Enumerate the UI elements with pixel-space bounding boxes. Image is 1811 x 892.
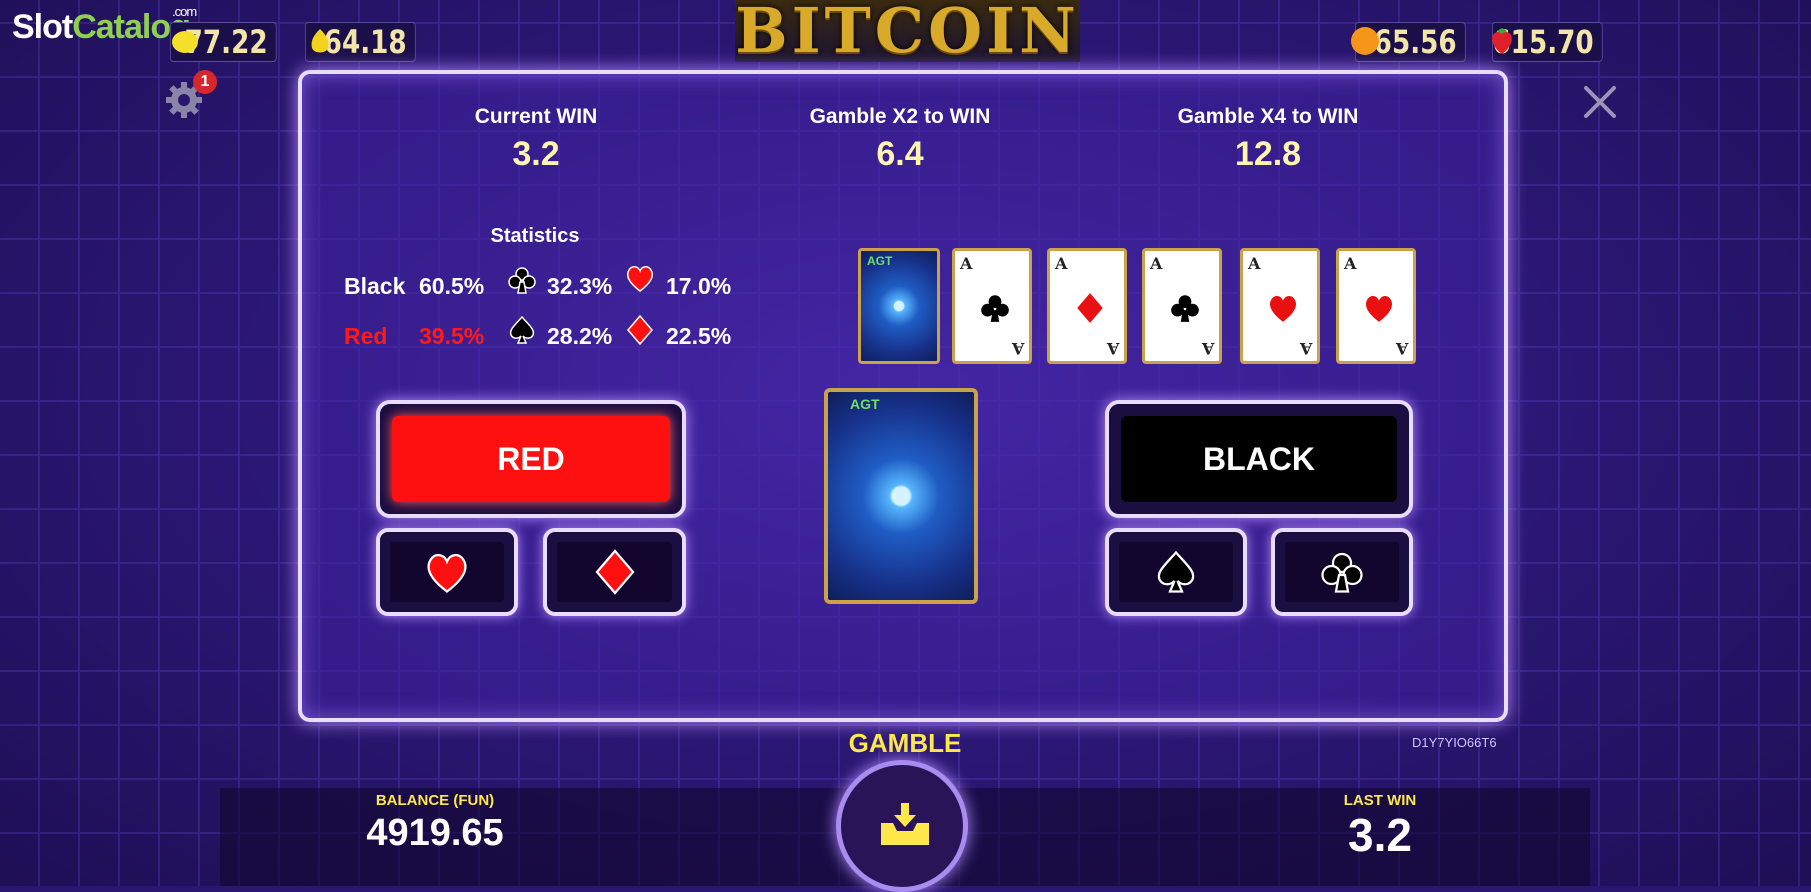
balance-label: BALANCE (FUN) bbox=[375, 792, 495, 809]
spades-percent: 28.2% bbox=[547, 323, 613, 349]
diamonds-icon bbox=[1077, 293, 1103, 323]
clubs-icon bbox=[981, 295, 1009, 322]
clubs-button[interactable] bbox=[1271, 528, 1413, 616]
hearts-icon bbox=[1269, 296, 1297, 322]
history-card-ace-diamonds: A A bbox=[1047, 248, 1127, 364]
notification-badge: 1 bbox=[193, 70, 217, 94]
statistics-title: Statistics bbox=[490, 225, 580, 247]
history-card-ace-clubs: A A bbox=[952, 248, 1032, 364]
clubs-percent: 32.3% bbox=[547, 273, 613, 299]
red-percent: 39.5% bbox=[419, 323, 485, 349]
close-icon[interactable] bbox=[1580, 82, 1620, 122]
current-card-back: AGT bbox=[824, 388, 978, 604]
diamonds-button[interactable] bbox=[543, 528, 686, 616]
red-label: Red bbox=[344, 323, 388, 349]
black-label: Black bbox=[344, 273, 406, 299]
gamble-x2-label: Gamble X2 to WIN bbox=[809, 105, 991, 128]
history-card-back: AGT bbox=[858, 248, 940, 364]
last-win-value: 3.2 bbox=[1348, 809, 1412, 861]
watermark-logo: SlotCatalog .com bbox=[12, 4, 197, 46]
gamble-x4-label: Gamble X4 to WIN bbox=[1177, 105, 1359, 128]
current-win-label: Current WIN bbox=[474, 105, 598, 128]
card-brand: AGT bbox=[850, 396, 880, 412]
red-button[interactable]: RED bbox=[376, 400, 686, 518]
gamble-x4-value: 12.8 bbox=[1234, 135, 1302, 173]
hearts-icon bbox=[427, 554, 467, 593]
spades-icon bbox=[509, 315, 535, 344]
diamonds-icon bbox=[627, 314, 653, 346]
gamble-x2-value: 6.4 bbox=[876, 135, 924, 173]
hearts-icon bbox=[627, 266, 653, 292]
orange-icon bbox=[1351, 27, 1379, 55]
last-win-label: LAST WIN bbox=[1343, 792, 1417, 809]
spades-icon bbox=[1157, 550, 1195, 593]
red-button-label: RED bbox=[392, 416, 670, 502]
clubs-icon bbox=[1321, 552, 1363, 593]
strawberry-icon bbox=[1492, 28, 1512, 54]
gamble-title: GAMBLE bbox=[848, 728, 962, 758]
lemon-icon bbox=[172, 31, 198, 53]
collect-button[interactable] bbox=[836, 760, 968, 892]
hearts-percent: 17.0% bbox=[666, 273, 732, 299]
clubs-icon bbox=[508, 267, 536, 294]
black-button-label: BLACK bbox=[1121, 416, 1397, 502]
history-card-ace-clubs: A A bbox=[1142, 248, 1222, 364]
history-card-ace-hearts: A A bbox=[1240, 248, 1320, 364]
current-win-value: 3.2 bbox=[512, 135, 560, 173]
session-code: D1Y7YIO66T6 bbox=[1412, 735, 1497, 750]
collect-icon bbox=[881, 803, 929, 845]
diamonds-icon bbox=[595, 549, 634, 595]
spades-button[interactable] bbox=[1105, 528, 1247, 616]
balance-value: 4919.65 bbox=[366, 812, 504, 854]
hearts-icon bbox=[1365, 296, 1393, 322]
clubs-icon bbox=[1171, 295, 1199, 322]
game-title: BITCOIN bbox=[735, 0, 1080, 67]
pear-icon bbox=[311, 29, 329, 53]
history-card-ace-hearts: A A bbox=[1336, 248, 1416, 364]
diamonds-percent: 22.5% bbox=[666, 323, 732, 349]
card-brand: AGT bbox=[867, 254, 893, 268]
black-percent: 60.5% bbox=[419, 273, 485, 299]
hearts-button[interactable] bbox=[376, 528, 518, 616]
black-button[interactable]: BLACK bbox=[1105, 400, 1413, 518]
